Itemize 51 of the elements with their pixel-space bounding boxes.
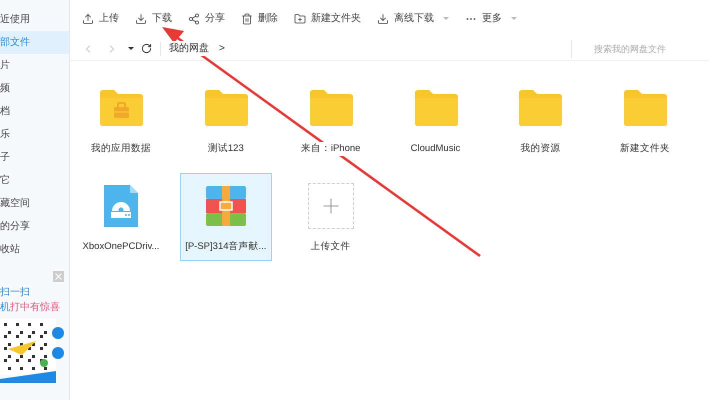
file-name: [P-SP]314音声献... — [185, 240, 266, 254]
upload-icon — [82, 12, 94, 24]
toolbar-button[interactable]: 删除 — [241, 11, 278, 26]
toolbar-button[interactable]: 分享 — [188, 11, 225, 26]
trash-icon — [241, 12, 253, 24]
folder-icon — [517, 89, 564, 127]
sidebar-item[interactable]: 的分享 — [0, 215, 69, 238]
folder-icon — [308, 89, 354, 127]
sidebar-item[interactable]: 档 — [0, 100, 69, 123]
toolbar-button[interactable]: 新建文件夹 — [294, 11, 361, 26]
sidebar-item[interactable]: 片 — [0, 54, 69, 77]
disk-file-icon — [102, 183, 140, 229]
breadcrumb-separator: > — [219, 42, 225, 56]
search-field[interactable]: 搜索我的网盘文件 — [571, 40, 691, 58]
file-tile[interactable]: [P-SP]314音声献... — [180, 173, 272, 261]
share-icon — [188, 12, 200, 24]
file-tile[interactable]: 上传文件 — [284, 173, 377, 261]
promo-text: 机打中有惊喜 — [0, 300, 61, 315]
toolbar-button[interactable]: 更多 — [465, 11, 517, 26]
file-tile[interactable]: 测试123 — [180, 75, 272, 163]
sidebar-item[interactable]: 子 — [0, 146, 69, 169]
folder-icon — [412, 89, 458, 127]
toolbar-button[interactable]: 上传 — [82, 11, 119, 26]
breadcrumb-link[interactable]: 我的网盘 — [169, 41, 209, 56]
file-tile[interactable]: 来自：iPhone — [284, 75, 377, 163]
file-tile[interactable]: 新建文件夹 — [599, 75, 692, 163]
sidebar-item[interactable]: 频 — [0, 77, 69, 100]
sidebar-item[interactable]: 近使用 — [0, 8, 69, 31]
caret-icon[interactable] — [128, 47, 134, 50]
folder-icon — [98, 89, 144, 127]
download-icon — [377, 12, 389, 24]
sidebar-item[interactable]: 它 — [0, 169, 69, 192]
sidebar-item[interactable]: 收站 — [0, 238, 69, 261]
file-tile[interactable]: CloudMusic — [390, 75, 482, 163]
file-name: 来自：iPhone — [300, 142, 360, 156]
toolbar-button[interactable]: 下载 — [135, 11, 172, 26]
file-tile[interactable]: 我的资源 — [494, 75, 586, 163]
promo-text: 扫一扫 — [0, 286, 31, 300]
folder-icon — [202, 89, 249, 127]
file-tile[interactable]: 我的应用数据 — [75, 75, 167, 163]
toolbar-button[interactable]: 离线下载 — [377, 11, 449, 26]
folder-icon — [622, 89, 668, 127]
archive-icon — [206, 186, 246, 226]
folder-plus-icon — [294, 12, 306, 24]
upload-tile[interactable] — [308, 183, 354, 229]
download-icon — [135, 12, 147, 24]
sidebar-item[interactable]: 乐 — [0, 123, 69, 146]
sidebar-item[interactable]: 藏空间 — [0, 192, 69, 215]
file-tile[interactable]: XboxOnePCDriv... — [75, 173, 167, 261]
refresh-icon[interactable] — [141, 43, 152, 54]
close-icon[interactable] — [53, 271, 64, 282]
